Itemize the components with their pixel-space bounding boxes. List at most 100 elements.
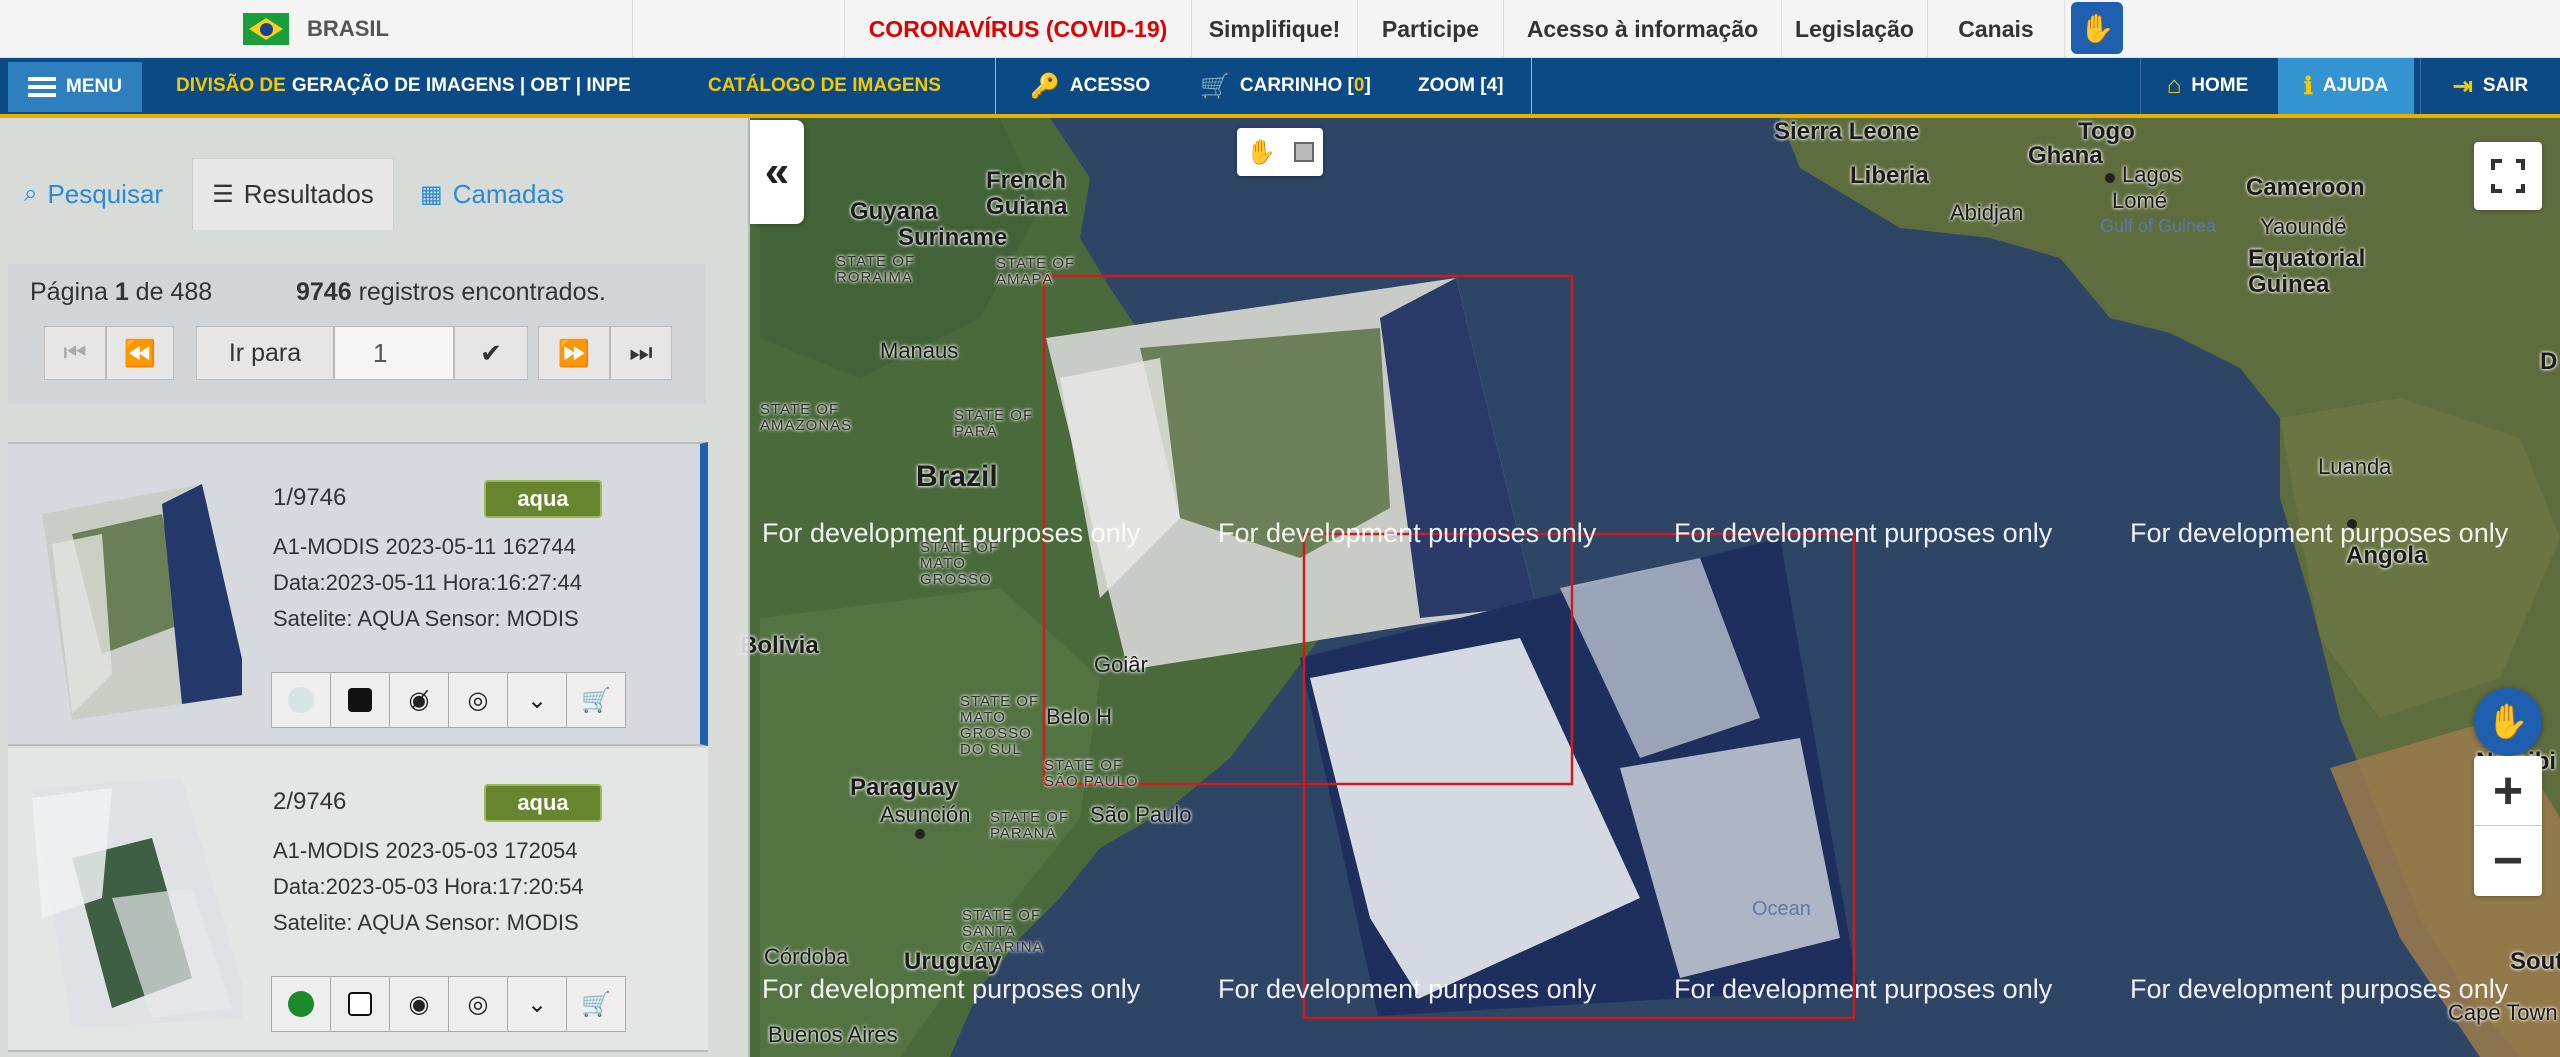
map-label-ocean-behind: Ocean: [1752, 898, 1811, 920]
division-title-rest: GERAÇÃO DE IMAGENS | OBT | INPE: [291, 75, 631, 96]
map-label-equatorial-guinea: Equatorial Guinea: [2248, 245, 2366, 298]
result-item[interactable]: 1/9746 aqua A1-MODIS 2023-05-11 162744 D…: [8, 442, 708, 746]
vlibras-hands-icon[interactable]: ✋: [2071, 2, 2123, 54]
fullscreen-icon: [2489, 157, 2529, 197]
catalog-link[interactable]: CATÁLOGO DE IMAGENS: [708, 58, 941, 114]
map-label-d-edge: D: [2540, 348, 2558, 375]
gov-link-simplifique[interactable]: Simplifique!: [1191, 0, 1357, 58]
gov-link-legislacao[interactable]: Legislação: [1781, 0, 1927, 58]
info-icon: ℹ: [2303, 72, 2313, 100]
gov-link-covid[interactable]: CORONAVÍRUS (COVID-19): [844, 0, 1191, 58]
division-title-prefix: DIVISÃO DE: [176, 75, 286, 96]
tab-camadas-label: Camadas: [452, 178, 564, 209]
last-page-button[interactable]: ⏭: [610, 326, 672, 380]
gov-link-participe[interactable]: Participe: [1357, 0, 1503, 58]
map-label-south: Sout: [2510, 948, 2560, 975]
home-label: HOME: [2191, 75, 2249, 96]
list-icon: ☰: [212, 181, 234, 208]
records-count: 9746: [296, 278, 352, 306]
tab-resultados[interactable]: ☰ Resultados: [192, 158, 394, 230]
gov-brasil-label: BRASIL: [307, 16, 389, 41]
result-thumbnail[interactable]: [12, 778, 242, 1028]
goto-label: Ir para: [196, 326, 334, 380]
gov-top-bar: BRASIL CORONAVÍRUS (COVID-19) Simplifiqu…: [0, 0, 2560, 58]
map-label-lome: Lomé: [2112, 188, 2168, 213]
target-icon[interactable]: ◎: [448, 976, 508, 1032]
expand-down-icon[interactable]: ⌄: [507, 672, 567, 728]
cart-button[interactable]: 🛒 CARRINHO [0]: [1200, 58, 1371, 114]
tab-camadas[interactable]: ▦ Camadas: [420, 158, 564, 230]
zoom-in-button[interactable]: +: [2474, 756, 2542, 826]
map-label-belo-horizonte: Belo H: [1046, 704, 1113, 729]
division-title[interactable]: DIVISÃO DE GERAÇÃO DE IMAGENS | OBT | IN…: [176, 58, 631, 114]
select-checkbox-empty[interactable]: [330, 976, 390, 1032]
access-button[interactable]: 🔑 ACESSO: [1030, 58, 1150, 114]
cart-count: 0: [1353, 75, 1365, 96]
result-satellite-sensor: Satelite: AQUA Sensor: MODIS: [273, 606, 579, 631]
result-thumbnail[interactable]: [12, 474, 242, 724]
map-label-brazil: Brazil: [916, 460, 998, 493]
expand-down-icon[interactable]: ⌄: [507, 976, 567, 1032]
goto-page-input[interactable]: [334, 326, 454, 380]
add-to-cart-icon[interactable]: 🛒: [566, 672, 626, 728]
map-label-amapa: STATE OF AMAPÁ: [996, 255, 1076, 288]
vlibras-accessibility-icon[interactable]: ✋: [2474, 688, 2542, 756]
result-satellite-sensor: Satelite: AQUA Sensor: MODIS: [273, 910, 579, 935]
map-label-sierra-leone: Sierra Leone: [1774, 118, 1920, 145]
watermark: For development purposes only: [1218, 518, 1597, 548]
search-icon: ⌕: [24, 180, 38, 207]
next-page-button[interactable]: ⏩: [538, 326, 610, 380]
box-select-icon[interactable]: [1293, 142, 1314, 162]
map-label-ms: STATE OF MATO GROSSO DO SUL: [960, 693, 1040, 758]
home-button[interactable]: ⌂ HOME: [2140, 58, 2274, 114]
select-checkbox-checked[interactable]: [330, 672, 390, 728]
gov-link-canais[interactable]: Canais: [1927, 0, 2065, 58]
map-label-bolivia: Bolivia: [740, 632, 819, 659]
collapse-panel-button[interactable]: «: [750, 120, 804, 224]
result-date-time: Data:2023-05-11 Hora:16:27:44: [273, 570, 583, 595]
cart-icon: 🛒: [1200, 72, 1230, 100]
map-label-sp-state: STATE OF SÃO PAULO: [1044, 757, 1139, 790]
gov-brasil-link[interactable]: BRASIL: [0, 0, 632, 58]
watermark: For development purposes only: [1218, 974, 1597, 1004]
sign-out-icon: ⇥: [2452, 72, 2473, 100]
result-item[interactable]: 2/9746 aqua A1-MODIS 2023-05-03 172054 D…: [8, 748, 708, 1052]
records-text: registros encontrados.: [358, 278, 606, 306]
result-index: 2/9746: [273, 788, 347, 815]
eye-icon[interactable]: ◉: [389, 976, 449, 1032]
map-label-paraguay: Paraguay: [850, 774, 959, 801]
status-indicator: [271, 672, 331, 728]
logout-label: SAIR: [2482, 75, 2529, 96]
pagination: Página 1 de 488 9746 registros encontrad…: [8, 264, 706, 404]
target-icon[interactable]: ◎: [448, 672, 508, 728]
map-label-french-guiana: French Guiana: [986, 167, 1068, 220]
zoom-level: ZOOM [4]: [1418, 75, 1504, 96]
brazil-flag-icon: [243, 13, 290, 45]
fullscreen-button[interactable]: [2474, 142, 2542, 210]
gov-link-acesso-informacao[interactable]: Acesso à informação: [1503, 0, 1781, 58]
result-actions: ◉ ◎ ⌄ 🛒: [271, 976, 626, 1032]
prev-page-button[interactable]: ⏪: [106, 326, 174, 380]
help-label: AJUDA: [2322, 75, 2389, 96]
help-button[interactable]: ℹ AJUDA: [2278, 58, 2414, 114]
add-to-cart-icon[interactable]: 🛒: [566, 976, 626, 1032]
zoom-control: + −: [2474, 756, 2542, 896]
watermark: For development purposes only: [2130, 518, 2509, 548]
first-page-button[interactable]: ⏮: [44, 326, 106, 380]
result-actions: ◉̸ ◎ ⌄ 🛒: [271, 672, 626, 728]
map-label-parana: STATE OF PARANÁ: [990, 809, 1070, 842]
map-label-asuncion: Asunción: [880, 802, 971, 827]
menu-button[interactable]: MENU: [8, 62, 142, 112]
logout-button[interactable]: ⇥ SAIR: [2420, 58, 2560, 114]
pan-hand-icon[interactable]: ✋: [1246, 138, 1276, 167]
map-label-roraima: STATE OF RORAIMA: [836, 253, 916, 286]
tab-pesquisar[interactable]: ⌕ Pesquisar: [24, 158, 163, 230]
zoom-out-button[interactable]: −: [2474, 826, 2542, 896]
eye-slash-icon[interactable]: ◉̸: [389, 672, 449, 728]
map-label-para: STATE OF PARÁ: [954, 407, 1034, 440]
result-index: 1/9746: [273, 484, 347, 511]
tab-resultados-label: Resultados: [243, 179, 374, 209]
page-total: de 488: [135, 278, 213, 306]
map-label-liberia: Liberia: [1850, 162, 1929, 189]
goto-confirm-button[interactable]: ✔: [454, 326, 528, 380]
